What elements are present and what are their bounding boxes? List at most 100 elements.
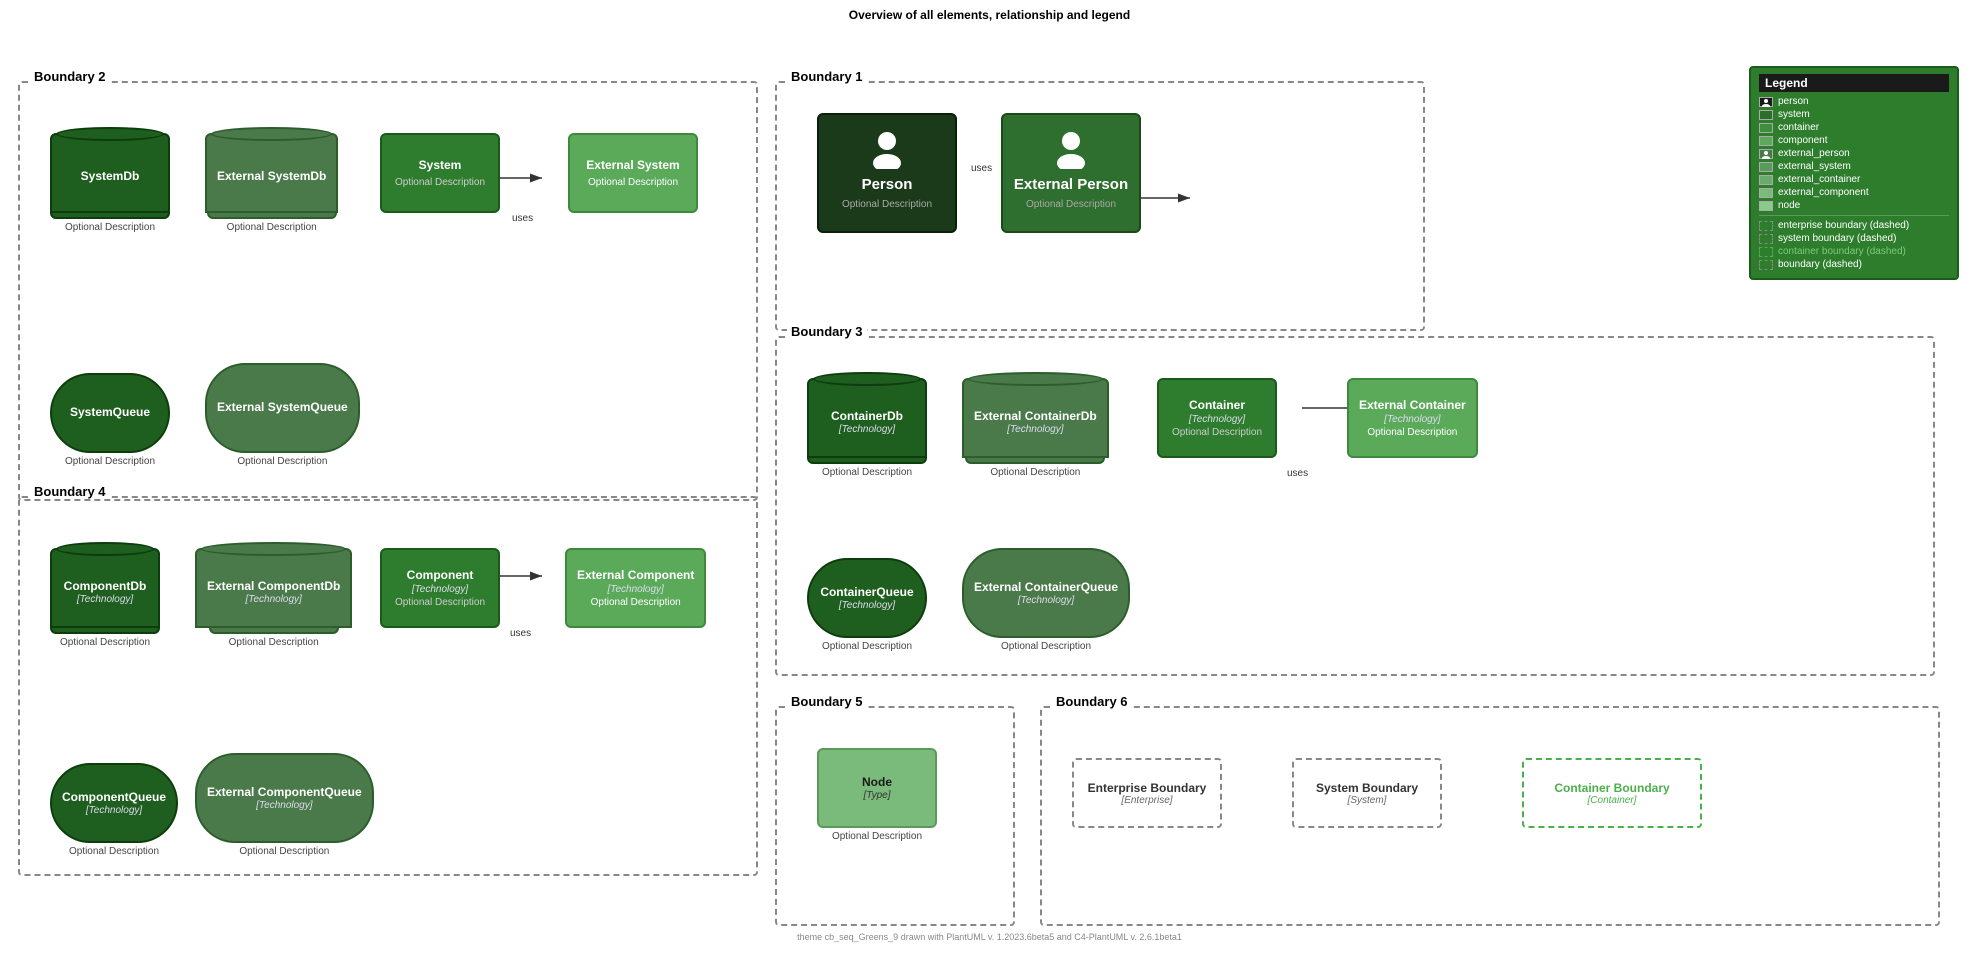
- legend-item-ext-container: external_container: [1759, 174, 1949, 185]
- containerdb-tech: [Technology]: [839, 424, 895, 435]
- enterprise-boundary-title: Enterprise Boundary: [1088, 781, 1207, 795]
- external-containerqueue-desc: Optional Description: [1001, 641, 1091, 652]
- external-person-icon: [1051, 129, 1091, 169]
- boundary-3-label: Boundary 3: [787, 324, 867, 339]
- person-title: Person: [862, 175, 913, 195]
- external-systemqueue-element: External SystemQueue Optional Descriptio…: [205, 363, 360, 467]
- boundary-3: Boundary 3 ContainerDb [Technology] Opti…: [775, 336, 1935, 676]
- external-component-box: External Component [Technology] Optional…: [565, 548, 706, 628]
- systemqueue-element: SystemQueue Optional Description: [50, 373, 170, 467]
- systemqueue-title: SystemQueue: [70, 405, 150, 421]
- external-containerdb-box: External ContainerDb [Technology]: [962, 378, 1109, 458]
- component-title: Component: [407, 568, 474, 584]
- external-containerqueue-box: External ContainerQueue [Technology]: [962, 548, 1130, 638]
- system-element: System Optional Description: [380, 133, 500, 213]
- external-componentdb-element: External ComponentDb [Technology] Option…: [195, 548, 352, 648]
- enterprise-boundary-element: Enterprise Boundary [Enterprise]: [1072, 758, 1222, 828]
- external-componentqueue-title: External ComponentQueue: [207, 785, 362, 801]
- external-componentqueue-box: External ComponentQueue [Technology]: [195, 753, 374, 843]
- external-systemqueue-box: External SystemQueue: [205, 363, 360, 453]
- legend-swatch-enterprise: [1759, 221, 1773, 231]
- boundary-1-label: Boundary 1: [787, 69, 867, 84]
- external-containerqueue-tech: [Technology]: [1018, 595, 1074, 606]
- external-container-box: External Container [Technology] Optional…: [1347, 378, 1478, 458]
- boundary-4-label: Boundary 4: [30, 484, 110, 499]
- node-box: Node [Type]: [817, 748, 937, 828]
- boundary-6: Boundary 6 Enterprise Boundary [Enterpri…: [1040, 706, 1940, 926]
- component-tech: [Technology]: [412, 584, 468, 595]
- uses-label-b1: uses: [971, 163, 992, 174]
- legend-item-ext-component: external_component: [1759, 187, 1949, 198]
- legend-item-node: node: [1759, 200, 1949, 211]
- componentqueue-element: ComponentQueue [Technology] Optional Des…: [50, 763, 178, 857]
- external-system-element: External System Optional Description: [568, 133, 698, 213]
- container-boundary-element: Container Boundary [Container]: [1522, 758, 1702, 828]
- system-box-desc: Optional Description: [395, 177, 485, 188]
- legend-item-ext-system: external_system: [1759, 161, 1949, 172]
- legend-swatch-ext-person: [1759, 149, 1773, 159]
- container-title: Container: [1189, 398, 1245, 414]
- boundary-6-label: Boundary 6: [1052, 694, 1132, 709]
- external-componentdb-desc: Optional Description: [229, 637, 319, 648]
- containerqueue-element: ContainerQueue [Technology] Optional Des…: [807, 558, 927, 652]
- systemqueue-desc: Optional Description: [65, 456, 155, 467]
- system-box: System Optional Description: [380, 133, 500, 213]
- person-box: Person Optional Description: [817, 113, 957, 233]
- containerqueue-desc: Optional Description: [822, 641, 912, 652]
- node-tech: [Type]: [863, 790, 890, 801]
- componentdb-title: ComponentDb: [64, 579, 147, 595]
- component-element: Component [Technology] Optional Descript…: [380, 548, 500, 628]
- external-componentdb-title: External ComponentDb: [207, 579, 340, 595]
- legend-item-ext-person: external_person: [1759, 148, 1949, 159]
- legend-swatch-node: [1759, 201, 1773, 211]
- external-component-element: External Component [Technology] Optional…: [565, 548, 706, 628]
- external-system-title: External System: [586, 158, 679, 174]
- componentqueue-desc: Optional Description: [69, 846, 159, 857]
- uses-label-b2: uses: [512, 213, 533, 224]
- containerdb-box: ContainerDb [Technology]: [807, 378, 927, 458]
- legend-title: Legend: [1759, 74, 1949, 92]
- legend-box: Legend person system container component…: [1749, 66, 1959, 280]
- external-componentqueue-tech: [Technology]: [256, 800, 312, 811]
- container-boundary-box: Container Boundary [Container]: [1522, 758, 1702, 828]
- legend-swatch-system: [1759, 110, 1773, 120]
- legend-swatch-boundary-container: [1759, 247, 1773, 257]
- external-person-element: External Person Optional Description: [1001, 113, 1141, 233]
- systemdb-title: SystemDb: [81, 169, 140, 185]
- external-systemqueue-title: External SystemQueue: [217, 400, 348, 416]
- legend-swatch-boundary-plain: [1759, 260, 1773, 270]
- node-element: Node [Type] Optional Description: [817, 748, 937, 842]
- node-desc: Optional Description: [832, 831, 922, 842]
- componentqueue-tech: [Technology]: [86, 805, 142, 816]
- external-componentdb-box: External ComponentDb [Technology]: [195, 548, 352, 628]
- containerqueue-tech: [Technology]: [839, 600, 895, 611]
- external-system-box: External System Optional Description: [568, 133, 698, 213]
- componentqueue-title: ComponentQueue: [62, 790, 166, 806]
- external-containerdb-tech: [Technology]: [1007, 424, 1063, 435]
- legend-swatch-component: [1759, 136, 1773, 146]
- external-containerdb-title: External ContainerDb: [974, 409, 1097, 425]
- external-systemdb-element: External SystemDb Optional Description: [205, 133, 338, 233]
- legend-boundary-enterprise: enterprise boundary (dashed): [1759, 220, 1949, 231]
- legend-boundary-system: system boundary (dashed): [1759, 233, 1949, 244]
- containerdb-title: ContainerDb: [831, 409, 903, 425]
- external-componentdb-tech: [Technology]: [246, 594, 302, 605]
- external-person-box: External Person Optional Description: [1001, 113, 1141, 233]
- system-boundary-element: System Boundary [System]: [1292, 758, 1442, 828]
- legend-swatch-boundary-system: [1759, 234, 1773, 244]
- legend-item-container: container: [1759, 122, 1949, 133]
- external-containerdb-element: External ContainerDb [Technology] Option…: [962, 378, 1109, 478]
- systemdb-box: SystemDb: [50, 133, 170, 213]
- legend-item-component: component: [1759, 135, 1949, 146]
- container-box: Container [Technology] Optional Descript…: [1157, 378, 1277, 458]
- container-box-desc: Optional Description: [1172, 427, 1262, 438]
- external-componentqueue-desc: Optional Description: [239, 846, 329, 857]
- containerdb-element: ContainerDb [Technology] Optional Descri…: [807, 378, 927, 478]
- external-component-tech: [Technology]: [608, 584, 664, 595]
- componentdb-element: ComponentDb [Technology] Optional Descri…: [50, 548, 160, 648]
- containerqueue-box: ContainerQueue [Technology]: [807, 558, 927, 638]
- person-element: Person Optional Description: [817, 113, 957, 233]
- legend-boundary-plain: boundary (dashed): [1759, 259, 1949, 270]
- legend-swatch-ext-system: [1759, 162, 1773, 172]
- person-box-desc: Optional Description: [842, 199, 932, 210]
